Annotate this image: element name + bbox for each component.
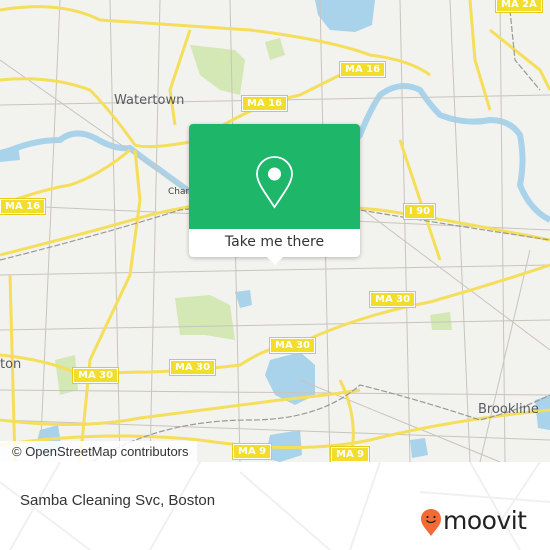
route-shield-ma30: MA 30	[268, 337, 317, 354]
route-shield-ma30: MA 30	[368, 291, 417, 308]
park	[265, 38, 285, 60]
moovit-wordmark: moovit	[443, 506, 527, 535]
place-label-newton: ton	[0, 357, 22, 372]
route-shield-ma2a: MA 2A	[495, 0, 543, 13]
footer: Samba Cleaning Svc, Boston moovit	[0, 462, 550, 550]
business-title: Samba Cleaning Svc, Boston	[20, 492, 216, 509]
map-attribution[interactable]: © OpenStreetMap contributors	[0, 441, 197, 462]
moovit-pin-icon	[421, 509, 441, 536]
route-shield-ma16: MA 16	[240, 95, 289, 112]
popup-header	[189, 124, 360, 229]
route-shield-ma30: MA 30	[71, 367, 120, 384]
map-pin-icon	[256, 156, 293, 209]
pond	[410, 438, 428, 458]
destination-popup[interactable]: Take me there	[189, 124, 360, 265]
park	[175, 295, 235, 340]
take-me-there-button[interactable]: Take me there	[189, 229, 360, 257]
popup-pointer	[266, 256, 284, 265]
reservoir	[315, 0, 375, 32]
route-shield-ma30: MA 30	[168, 359, 217, 376]
route-shield-i90: I 90	[402, 203, 437, 220]
pond	[235, 290, 252, 308]
park	[430, 312, 452, 330]
place-label-watertown: Watertown	[114, 93, 185, 108]
park	[190, 45, 245, 95]
route-shield-ma16: MA 16	[0, 198, 47, 215]
map[interactable]: Watertown ton Brookline Charl MA 16 MA 1…	[0, 0, 550, 462]
route-shield-ma16: MA 16	[338, 61, 387, 78]
route-shield-ma9: MA 9	[329, 446, 371, 462]
place-label-brookline: Brookline	[478, 402, 539, 417]
route-shield-ma9: MA 9	[231, 443, 273, 460]
